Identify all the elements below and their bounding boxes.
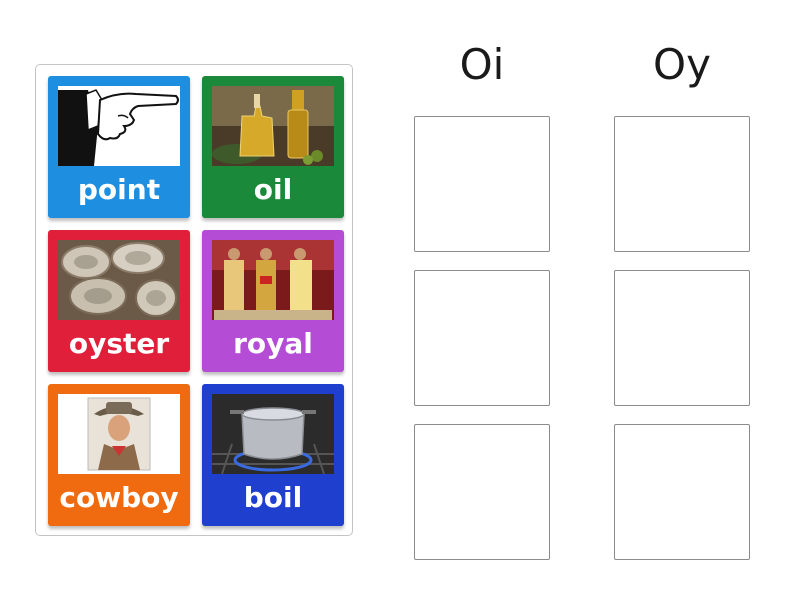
card-word: oyster [68, 327, 170, 360]
column-heading-oi: Oi [459, 40, 505, 89]
card-word: point [77, 173, 161, 206]
royal-family-image [212, 240, 334, 320]
card-oil[interactable]: oil [202, 76, 344, 218]
column-heading-oy: Oy [653, 40, 711, 89]
card-tray: point oil oyster royal cowboy boil [35, 64, 353, 536]
card-word: oil [253, 173, 293, 206]
drop-zone-oy-3[interactable] [614, 424, 750, 560]
card-word: boil [243, 481, 303, 514]
drop-zone-oi-1[interactable] [414, 116, 550, 252]
card-boil[interactable]: boil [202, 384, 344, 526]
boiling-pot-image [212, 394, 334, 474]
card-point[interactable]: point [48, 76, 190, 218]
oysters-image [58, 240, 180, 320]
pointing-hand-image [58, 86, 180, 166]
oil-bottles-image [212, 86, 334, 166]
card-cowboy[interactable]: cowboy [48, 384, 190, 526]
drop-zone-oy-1[interactable] [614, 116, 750, 252]
drop-zone-oi-3[interactable] [414, 424, 550, 560]
drop-zone-oi-2[interactable] [414, 270, 550, 406]
card-royal[interactable]: royal [202, 230, 344, 372]
drop-zone-oy-2[interactable] [614, 270, 750, 406]
card-word: royal [233, 327, 313, 360]
card-word: cowboy [59, 481, 179, 514]
cowboy-image [58, 394, 180, 474]
card-oyster[interactable]: oyster [48, 230, 190, 372]
